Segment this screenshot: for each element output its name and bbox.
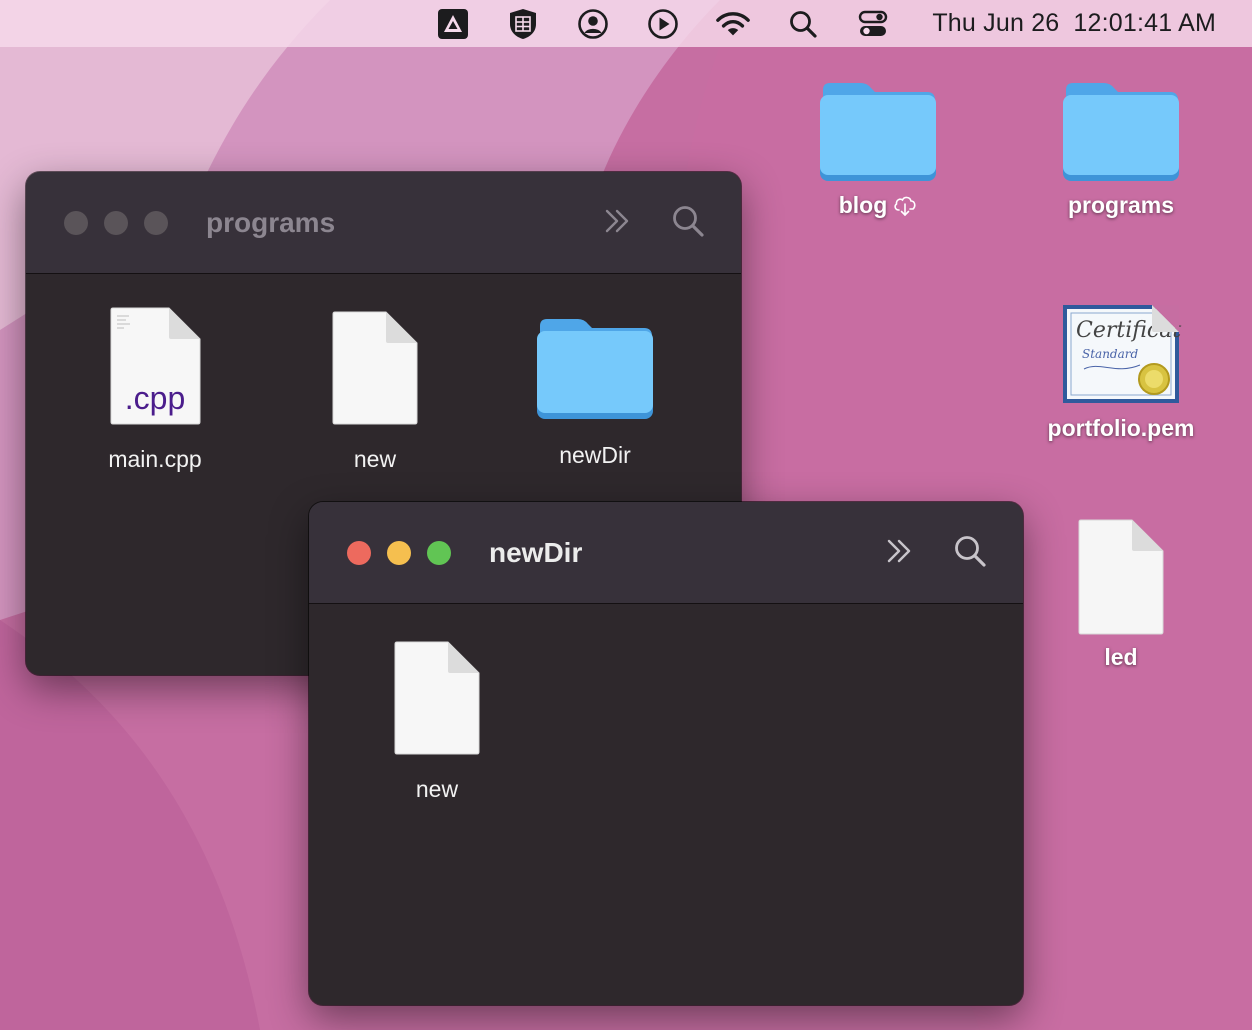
folder-item-newdir[interactable]: newDir — [515, 316, 675, 469]
file-item-label: new — [353, 446, 397, 472]
file-item-label: new — [415, 776, 459, 802]
icloud-download-icon — [894, 196, 916, 216]
file-item-new[interactable]: new — [295, 310, 455, 473]
folder-icon — [537, 319, 653, 419]
finder-window-newdir[interactable]: newDir new — [309, 502, 1023, 1005]
arc-browser-icon[interactable] — [436, 7, 470, 41]
desktop-item-led[interactable]: led — [1031, 518, 1211, 671]
file-item-label: main.cpp — [108, 446, 202, 472]
folder-item-label: newDir — [559, 442, 631, 468]
window-title: newDir — [489, 536, 583, 568]
toolbar-overflow-chevron-icon[interactable] — [603, 208, 631, 239]
minimize-button[interactable] — [387, 540, 411, 565]
menu-bar-date: Thu Jun 26 — [932, 9, 1060, 37]
desktop-item-label: led — [1104, 644, 1138, 670]
file-item-main-cpp[interactable]: .cpp main.cpp — [75, 306, 235, 473]
window-titlebar[interactable]: newDir — [309, 502, 1023, 604]
menu-bar-clock[interactable]: Thu Jun 26 12:01:41 AM — [932, 9, 1216, 38]
file-item-new[interactable]: new — [357, 640, 517, 803]
wifi-icon[interactable] — [716, 7, 751, 41]
toolbar-search-icon[interactable] — [671, 204, 705, 243]
control-center-icon[interactable] — [856, 7, 890, 41]
file-type-badge: .cpp — [125, 380, 185, 416]
close-button[interactable] — [64, 210, 88, 235]
desktop-item-programs[interactable]: programs — [1031, 80, 1211, 219]
cpp-file-icon: .cpp — [110, 307, 201, 425]
folder-icon — [820, 83, 936, 181]
zoom-button[interactable] — [427, 540, 451, 565]
toolbar-search-icon[interactable] — [953, 534, 987, 573]
desktop-item-portfolio-pem[interactable]: Certificate Standard portfolio.pem — [1031, 303, 1211, 442]
desktop-item-label: programs — [1067, 192, 1175, 218]
document-icon — [332, 311, 418, 425]
desktop-item-label: blog — [838, 192, 888, 218]
media-play-icon[interactable] — [646, 7, 680, 41]
desktop-item-blog[interactable]: blog — [788, 80, 968, 219]
certificate-icon: Certificate Standard — [1063, 305, 1182, 403]
zoom-button[interactable] — [144, 210, 168, 235]
document-icon — [394, 641, 480, 755]
desktop-item-label: portfolio.pem — [1047, 415, 1195, 441]
minimize-button[interactable] — [104, 210, 128, 235]
window-title: programs — [206, 206, 336, 238]
folder-icon — [1063, 83, 1179, 181]
menu-bar-time: 12:01:41 AM — [1073, 9, 1216, 37]
toolbar-overflow-chevron-icon[interactable] — [885, 538, 913, 569]
user-account-icon[interactable] — [576, 7, 610, 41]
window-titlebar[interactable]: programs — [26, 172, 741, 274]
certificate-subtitle: Standard — [1082, 347, 1138, 361]
spotlight-search-icon[interactable] — [786, 7, 820, 41]
document-icon — [1078, 519, 1164, 635]
menu-bar: Thu Jun 26 12:01:41 AM — [0, 0, 1252, 47]
vpn-shield-icon[interactable] — [506, 7, 540, 41]
close-button[interactable] — [347, 540, 371, 565]
